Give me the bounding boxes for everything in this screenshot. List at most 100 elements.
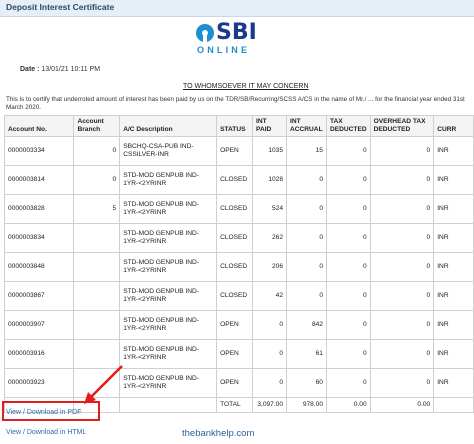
logo-main-text: SBI xyxy=(216,20,257,45)
table-cell: 0 xyxy=(286,194,327,224)
interest-table: Account No. Account Branch A/C Descripti… xyxy=(3,115,474,413)
table-row: 0000003923 STD-MOD GENPUB IND-1YR-<2YRINR… xyxy=(3,368,474,398)
table-cell: 0 xyxy=(286,252,327,282)
table-cell: 0 xyxy=(286,165,327,195)
certificate-heading: TO WHOMSOEVER IT MAY CONCERN xyxy=(183,83,309,90)
table-row: 0000003867 STD-MOD GENPUB IND-1YR-<2YRINR… xyxy=(3,281,474,311)
table-cell: INR xyxy=(433,339,474,369)
column-header: Account Branch xyxy=(73,115,121,137)
table-cell: 1035 xyxy=(252,136,287,166)
table-cell: INR xyxy=(433,194,474,224)
table-cell: 0 xyxy=(325,223,371,253)
table-cell: INR xyxy=(433,165,474,195)
date-label: Date : xyxy=(20,66,40,73)
table-cell: 60 xyxy=(286,368,327,398)
table-cell: 0 xyxy=(369,223,435,253)
column-header: INT PAID xyxy=(252,115,287,137)
certificate-date: Date : 13/01/21 10:11 PM xyxy=(20,66,100,73)
table-cell: STD-MOD GENPUB IND-1YR-<2YRINR xyxy=(119,368,218,398)
table-cell: 0000003916 xyxy=(3,339,75,369)
table-cell: 0 xyxy=(369,194,435,224)
table-cell: OPEN xyxy=(216,310,254,340)
total-cell xyxy=(433,397,474,413)
sbi-logo-icon xyxy=(196,24,214,42)
column-header: CURR xyxy=(433,115,474,137)
table-cell xyxy=(73,281,121,311)
table-cell: 0000003834 xyxy=(3,223,75,253)
table-cell: 1028 xyxy=(252,165,287,195)
table-cell: 0000003334 xyxy=(3,136,75,166)
table-cell: 842 xyxy=(286,310,327,340)
table-cell: INR xyxy=(433,281,474,311)
table-cell: 0 xyxy=(325,339,371,369)
table-cell: 0 xyxy=(325,281,371,311)
download-pdf-link[interactable]: View / Download in PDF xyxy=(6,409,81,416)
table-cell: 42 xyxy=(252,281,287,311)
table-cell: 0 xyxy=(73,136,121,166)
table-cell: CLOSED xyxy=(216,281,254,311)
table-cell: 0 xyxy=(325,310,371,340)
table-cell: 0 xyxy=(252,368,287,398)
table-cell: INR xyxy=(433,368,474,398)
table-cell: STD-MOD GENPUB IND-1YR-<2YRINR xyxy=(119,281,218,311)
table-cell: 0 xyxy=(369,310,435,340)
table-cell: 0000003848 xyxy=(3,252,75,282)
table-cell: STD-MOD GENPUB IND-1YR-<2YRINR xyxy=(119,165,218,195)
table-header-row: Account No. Account Branch A/C Descripti… xyxy=(3,115,474,137)
table-cell: INR xyxy=(433,136,474,166)
table-cell xyxy=(73,310,121,340)
table-cell: STD-MOD GENPUB IND-1YR-<2YRINR xyxy=(119,194,218,224)
table-cell: 0000003867 xyxy=(3,281,75,311)
table-cell: 206 xyxy=(252,252,287,282)
table-cell: 0000003828 xyxy=(3,194,75,224)
table-cell: 0 xyxy=(252,339,287,369)
table-cell: 0 xyxy=(369,136,435,166)
table-cell: INR xyxy=(433,223,474,253)
total-cell: 0.00 xyxy=(325,397,371,413)
table-row: 0000003848 STD-MOD GENPUB IND-1YR-<2YRINR… xyxy=(3,252,474,282)
total-cell: 978.00 xyxy=(286,397,327,413)
table-row: 0000003907 STD-MOD GENPUB IND-1YR-<2YRINR… xyxy=(3,310,474,340)
total-cell: 3,097.00 xyxy=(252,397,287,413)
table-cell: 262 xyxy=(252,223,287,253)
table-cell: INR xyxy=(433,310,474,340)
table-cell: 0 xyxy=(325,136,371,166)
table-cell: 0 xyxy=(325,252,371,282)
table-cell: CLOSED xyxy=(216,165,254,195)
table-cell: 0 xyxy=(369,252,435,282)
table-cell: CLOSED xyxy=(216,194,254,224)
total-cell: 0.00 xyxy=(369,397,435,413)
certificate-paragraph: This is to certify that underroted amoun… xyxy=(6,96,465,111)
table-cell: INR xyxy=(433,252,474,282)
header-title: Deposit Interest Certificate xyxy=(6,2,115,12)
table-cell: 15 xyxy=(286,136,327,166)
table-cell: STD-MOD GENPUB IND-1YR-<2YRINR xyxy=(119,339,218,369)
sbi-online-logo: SBI ONLINE xyxy=(196,20,276,56)
table-cell: 0 xyxy=(286,281,327,311)
table-cell: 5 xyxy=(73,194,121,224)
download-html-link[interactable]: View / Download in HTML xyxy=(6,429,86,436)
table-cell: 0 xyxy=(286,223,327,253)
table-cell: 0000003814 xyxy=(3,165,75,195)
table-cell xyxy=(73,223,121,253)
table-cell: STD-MOD GENPUB IND-1YR-<2YRINR xyxy=(119,310,218,340)
table-row: 0000003834 STD-MOD GENPUB IND-1YR-<2YRINR… xyxy=(3,223,474,253)
table-cell: 0 xyxy=(369,165,435,195)
table-cell: SBCHQ-CSA-PUB IND-CSSILVER-INR xyxy=(119,136,218,166)
table-cell: 0 xyxy=(252,310,287,340)
table-cell: 0 xyxy=(73,165,121,195)
table-cell: 0 xyxy=(369,339,435,369)
table-cell: 0000003907 xyxy=(3,310,75,340)
column-header: TAX DEDUCTED xyxy=(325,115,371,137)
table-cell: 0000003923 xyxy=(3,368,75,398)
window-header: Deposit Interest Certificate xyxy=(0,0,474,17)
table-row: 0000003814 0 STD-MOD GENPUB IND-1YR-<2YRIN… xyxy=(3,165,474,195)
table-cell: OPEN xyxy=(216,368,254,398)
watermark-text: thebankhelp.com xyxy=(182,428,255,439)
table-cell: OPEN xyxy=(216,136,254,166)
column-header: Account No. xyxy=(3,115,75,137)
interest-table-container: Account No. Account Branch A/C Descripti… xyxy=(3,115,474,413)
column-header: INT ACCRUAL xyxy=(286,115,327,137)
column-header: OVERHEAD TAX DEDUCTED xyxy=(369,115,435,137)
table-cell: 0 xyxy=(369,281,435,311)
